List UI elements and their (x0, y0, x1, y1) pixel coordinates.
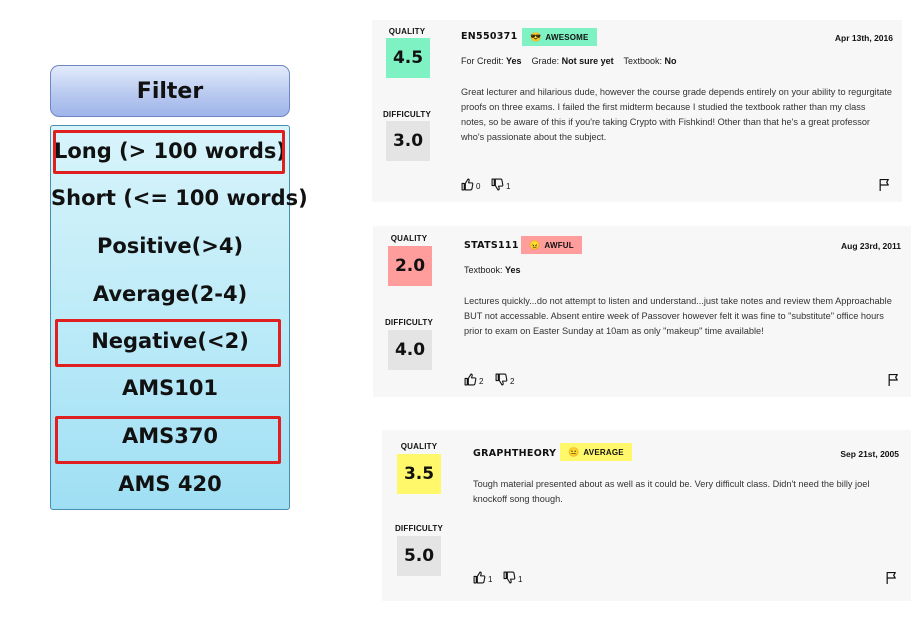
thumbs-down-button[interactable]: 1 (503, 571, 522, 584)
difficulty-label: DIFFICULTY (382, 110, 432, 119)
course-code: EN550371 (461, 31, 518, 42)
thumbs-up-count: 0 (476, 182, 481, 191)
filter-header[interactable]: Filter (50, 65, 290, 117)
thumbs-down-icon (491, 178, 504, 191)
filter-option-short[interactable]: Short (<= 100 words) (51, 183, 308, 213)
selection-highlight-long (53, 130, 285, 174)
rating-tag: 😐 AVERAGE (560, 443, 632, 461)
review-date: Aug 23rd, 2011 (840, 241, 901, 251)
rating-tag-label: AWFUL (544, 240, 574, 250)
difficulty-score: 3.0 (386, 121, 430, 161)
quality-score: 2.0 (388, 246, 432, 286)
neutral-emoji-icon: 😐 (568, 446, 580, 457)
review-text: Tough material presented about as well a… (473, 479, 870, 504)
quality-label: QUALITY (400, 442, 438, 451)
thumbs-down-count: 1 (506, 182, 511, 191)
course-code: GRAPHTHEORY (473, 448, 557, 459)
thumbs-up-button[interactable]: 1 (473, 571, 492, 584)
thumbs-down-button[interactable]: 2 (495, 373, 514, 386)
thumbs-down-icon (503, 571, 516, 584)
difficulty-label: DIFFICULTY (384, 318, 434, 327)
filter-option-positive[interactable]: Positive(>4) (51, 231, 289, 261)
thumbs-up-button[interactable]: 2 (464, 373, 483, 386)
thumbs-up-icon (461, 178, 474, 191)
course-code: STATS111 (464, 240, 519, 251)
filter-option-ams101[interactable]: AMS101 (51, 373, 289, 403)
rating-tag-label: AWESOME (545, 32, 589, 42)
thumbs-down-icon (495, 373, 508, 386)
sunglasses-emoji-icon: 😎 (530, 31, 542, 42)
rating-tag: 😎 AWESOME (522, 28, 597, 46)
quality-score: 3.5 (397, 454, 441, 494)
rating-tag: 😠 AWFUL (521, 236, 582, 254)
thumbs-down-count: 1 (518, 575, 523, 584)
review-text: Great lecturer and hilarious dude, howev… (461, 87, 893, 142)
angry-emoji-icon: 😠 (529, 239, 541, 250)
filter-option-ams420[interactable]: AMS 420 (51, 469, 289, 499)
review-card: QUALITY 4.5 DIFFICULTY 3.0 EN550371 😎 AW… (372, 20, 902, 202)
flag-icon[interactable] (878, 178, 891, 192)
difficulty-score: 5.0 (397, 536, 441, 576)
thumbs-up-icon (464, 373, 477, 386)
difficulty-label: DIFFICULTY (394, 524, 444, 533)
review-date: Apr 13th, 2016 (834, 33, 893, 43)
filter-option-average[interactable]: Average(2-4) (51, 279, 289, 309)
quality-label: QUALITY (388, 27, 426, 36)
difficulty-score: 4.0 (388, 330, 432, 370)
review-card: QUALITY 3.5 DIFFICULTY 5.0 GRAPHTHEORY 😐… (382, 430, 911, 601)
selection-highlight-negative (55, 319, 281, 367)
review-text: Lectures quickly...do not attempt to lis… (464, 296, 892, 336)
quality-label: QUALITY (390, 234, 428, 243)
review-card: QUALITY 2.0 DIFFICULTY 4.0 STATS111 😠 AW… (373, 226, 911, 397)
thumbs-down-count: 2 (510, 377, 515, 386)
thumbs-up-count: 1 (488, 575, 493, 584)
thumbs-down-button[interactable]: 1 (491, 178, 510, 191)
thumbs-up-icon (473, 571, 486, 584)
thumbs-up-button[interactable]: 0 (461, 178, 480, 191)
thumbs-up-count: 2 (479, 377, 484, 386)
review-meta: Textbook: Yes (464, 265, 521, 275)
review-date: Sep 21st, 2005 (840, 449, 899, 459)
quality-score: 4.5 (386, 38, 430, 78)
rating-tag-label: AVERAGE (583, 447, 624, 457)
review-meta: For Credit: Yes Grade: Not sure yet Text… (461, 56, 677, 66)
flag-icon[interactable] (887, 373, 900, 387)
flag-icon[interactable] (885, 571, 898, 585)
selection-highlight-ams370 (55, 416, 281, 464)
